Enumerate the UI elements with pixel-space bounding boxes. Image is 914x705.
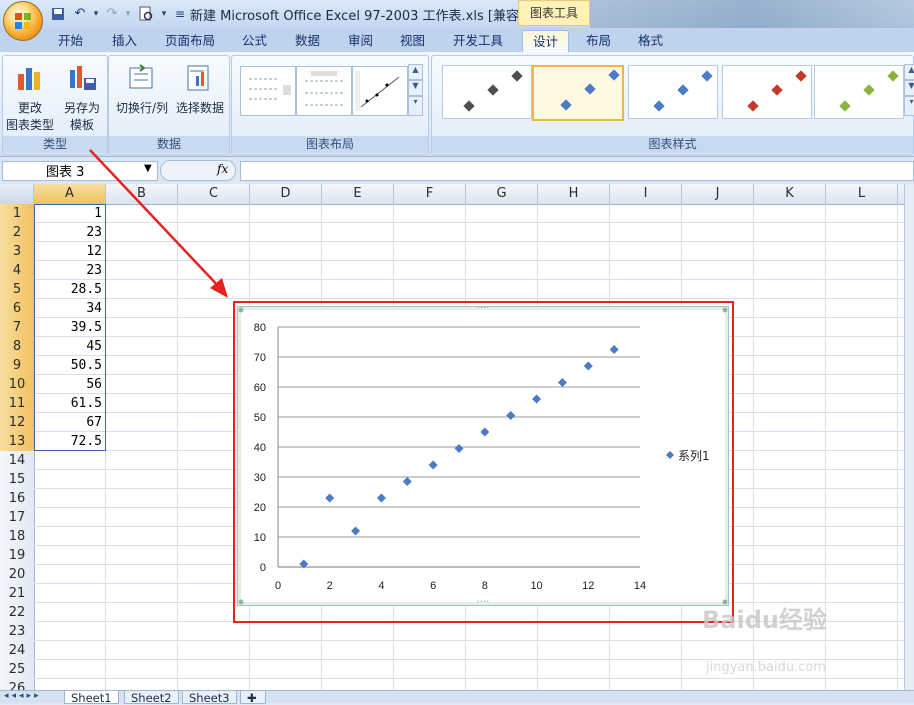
- baidu-watermark: Baidu经验: [702, 606, 827, 634]
- annotation-arrow: [89, 149, 228, 298]
- baidu-watermark-url: jingyan.baidu.com: [706, 660, 826, 675]
